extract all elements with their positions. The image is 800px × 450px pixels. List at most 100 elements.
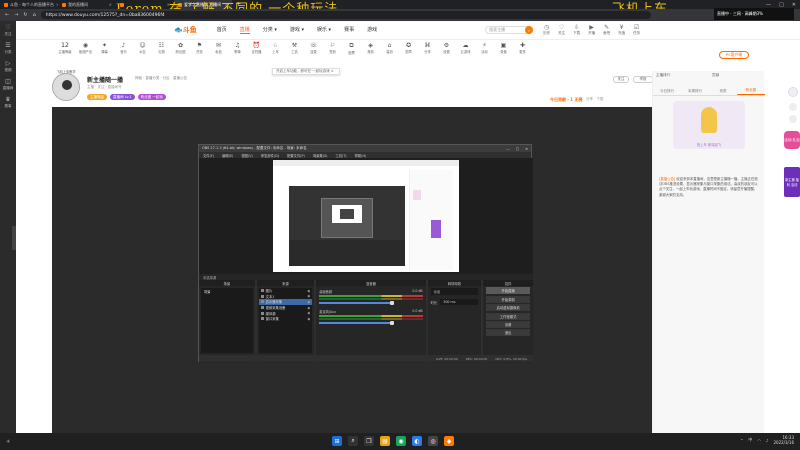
obs-menu-item[interactable]: 停靠部件(D) (261, 153, 279, 158)
share-download-links[interactable]: 分享 · 下载 (586, 97, 603, 102)
toolbar-item[interactable]: 12 主播等级 (54, 42, 76, 54)
sidebar-item-follow[interactable]: ♡ 关注 (0, 21, 16, 39)
toolbar-item[interactable]: ⏰ 定时器 (247, 42, 266, 54)
source-item[interactable]: 窗口采集 ◉ (259, 316, 313, 322)
obs-menu-item[interactable]: 视图(V) (241, 153, 252, 158)
close-icon[interactable]: ✕ (525, 147, 528, 151)
site-logo[interactable]: 🐟斗鱼 (174, 25, 197, 35)
gift-circle-icon[interactable] (788, 87, 798, 97)
scene-item[interactable]: 场景 (201, 288, 253, 295)
toolbar-item[interactable]: ◈ 竞猜 (361, 42, 380, 54)
obs-control-button[interactable]: 工作室模式 (486, 312, 530, 320)
contribution-rank[interactable]: 今日贡献 · 1 无榜 (550, 97, 582, 103)
toolbar-item[interactable]: ▣ 录像 (494, 42, 513, 54)
toolbar-item[interactable]: ⚒ 工具 (285, 42, 304, 54)
toolbar-item[interactable]: ✚ 更多 (513, 42, 532, 54)
fan-club-badge[interactable]: 粉丝团 一起玩 (137, 94, 166, 100)
sidebar-item-category[interactable]: ☰ 分类 (0, 39, 16, 57)
start-icon[interactable]: ⊞ (332, 436, 342, 446)
search-icon[interactable]: ⌕ (525, 26, 534, 34)
nav-icon-button[interactable]: ◷ 历史 (543, 24, 550, 36)
back-icon[interactable]: ← (5, 12, 9, 18)
obs-control-button[interactable]: 设置 (486, 320, 530, 328)
sidebar-item-video[interactable]: ▷ 视频 (0, 57, 16, 75)
nav-icon-button[interactable]: ☑ 任务 (633, 24, 640, 36)
tab-week[interactable]: 本周排行 (681, 87, 709, 95)
rank-title[interactable]: 主播排行 (653, 71, 709, 87)
newcomer-promo[interactable]: 新主播 福利 活动 (784, 167, 800, 197)
fan-icon[interactable] (789, 103, 797, 111)
maximize-icon[interactable]: □ (779, 2, 784, 8)
visibility-eye-icon[interactable]: ◉ (307, 294, 310, 298)
task-view-icon[interactable]: ❐ (364, 436, 374, 446)
douyu-icon[interactable]: ◆ (444, 436, 454, 446)
room-level-badge[interactable]: 直播间 Lv.1 (110, 94, 135, 100)
nav-link[interactable]: 游戏 ▾ (290, 26, 304, 34)
toolbar-item[interactable]: ☏ 连麦 (304, 42, 323, 54)
nav-link[interactable]: 赛事 (344, 26, 354, 34)
sidebar-item-events[interactable]: ♛ 赛事 (0, 93, 16, 111)
volume-slider[interactable] (319, 301, 394, 305)
close-tab-icon[interactable]: × (109, 2, 112, 7)
toolbar-item[interactable]: ☺ 水友 (133, 42, 152, 54)
toolbar-item[interactable]: ⚑ 任务 (190, 42, 209, 54)
file-explorer-icon[interactable]: ▤ (380, 436, 390, 446)
follow-button[interactable]: 关注 (613, 76, 629, 83)
nav-link[interactable]: 娱乐 ▾ (317, 26, 331, 34)
widgets-icon[interactable]: ☀ (6, 439, 10, 445)
edge-icon[interactable]: ◐ (412, 436, 422, 446)
minimize-icon[interactable]: — (766, 2, 771, 8)
nav-link[interactable]: 游戏 (367, 26, 377, 34)
report-button[interactable]: 举报 (633, 76, 653, 83)
duration-input[interactable]: 300 ms (440, 299, 479, 305)
gift-pack-promo[interactable]: 活动 礼包 (784, 131, 800, 149)
visibility-eye-icon[interactable]: ◉ (307, 317, 310, 321)
obs-control-button[interactable]: 开始直播 (486, 287, 530, 295)
task-icon[interactable] (789, 115, 797, 123)
toolbar-item[interactable]: ☷ 礼物 (152, 42, 171, 54)
tab-vip[interactable]: 贵宾 (709, 87, 737, 95)
nav-link[interactable]: 分类 ▾ (263, 26, 277, 34)
sidebar-item-room[interactable]: ◫ 直播间 (0, 75, 16, 93)
toolbar-item[interactable]: ✪ 勋章 (399, 42, 418, 54)
toolbar-item[interactable]: ⚐ 签到 (323, 42, 342, 54)
nav-icon-button[interactable]: ¥ 充值 (618, 24, 625, 36)
nav-icon-button[interactable]: ▶ 开播 (588, 24, 595, 36)
nav-icon-button[interactable]: ⇩ 下载 (573, 24, 580, 36)
toolbar-item[interactable]: ☁ 云游戏 (456, 42, 475, 54)
wifi-icon[interactable]: ◠ (757, 438, 761, 443)
transition-select[interactable]: 淡出 (430, 288, 479, 295)
browser-tab[interactable]: 斗鱼 - 每个人的直播平台 × (0, 0, 58, 9)
obs-preview[interactable] (199, 158, 533, 274)
visibility-eye-icon[interactable]: ◉ (307, 311, 310, 315)
toolbar-item[interactable]: ⌂ 装扮 (380, 42, 399, 54)
toolbar-item[interactable]: ✉ 私信 (209, 42, 228, 54)
visibility-eye-icon[interactable]: ◉ (307, 306, 310, 310)
toolbar-item[interactable]: ⚙ 设置 (437, 42, 456, 54)
toolbar-item[interactable]: ⌘ 分享 (418, 42, 437, 54)
toolbar-item[interactable]: ♘ 上车 (266, 42, 285, 54)
browser-tab[interactable]: 我的直播间 × (58, 0, 116, 9)
avatar[interactable] (52, 73, 80, 101)
nav-link[interactable]: 直播 (239, 26, 250, 34)
url-field[interactable]: https://www.douyu.com/12575?_dn=0ba83600… (40, 11, 651, 19)
reload-icon[interactable]: ↻ (23, 12, 27, 18)
toolbar-item[interactable]: ⧉ 投票 (342, 42, 361, 55)
toolbar-item[interactable]: ⚡ 活动 (475, 42, 494, 54)
obs-icon[interactable]: ◎ (428, 436, 438, 446)
level-badge[interactable]: 主播等级 (87, 94, 107, 100)
forward-icon[interactable]: → (14, 12, 18, 18)
toolbar-item[interactable]: ✿ 粉丝团 (171, 42, 190, 54)
obs-control-button[interactable]: 启动虚拟摄像机 (486, 304, 530, 312)
volume-icon[interactable]: ♪ (766, 438, 769, 443)
home-icon[interactable]: ⌂ (33, 12, 36, 18)
language-indicator[interactable]: 中 (748, 437, 752, 443)
toolbar-item[interactable]: ✦ 弹幕 (95, 42, 114, 54)
toolbar-item[interactable]: ♪ 音乐 (114, 42, 133, 54)
contribution-title[interactable]: 贡献 (709, 71, 765, 87)
toolbar-item[interactable]: ♫ 歌单 (228, 42, 247, 54)
obs-menu-item[interactable]: 配置文件(P) (287, 153, 305, 158)
chevron-up-icon[interactable]: ⌃ (740, 438, 743, 443)
tab-today[interactable]: 今日排行 (653, 87, 681, 95)
obs-control-button[interactable]: 退出 (486, 329, 530, 337)
